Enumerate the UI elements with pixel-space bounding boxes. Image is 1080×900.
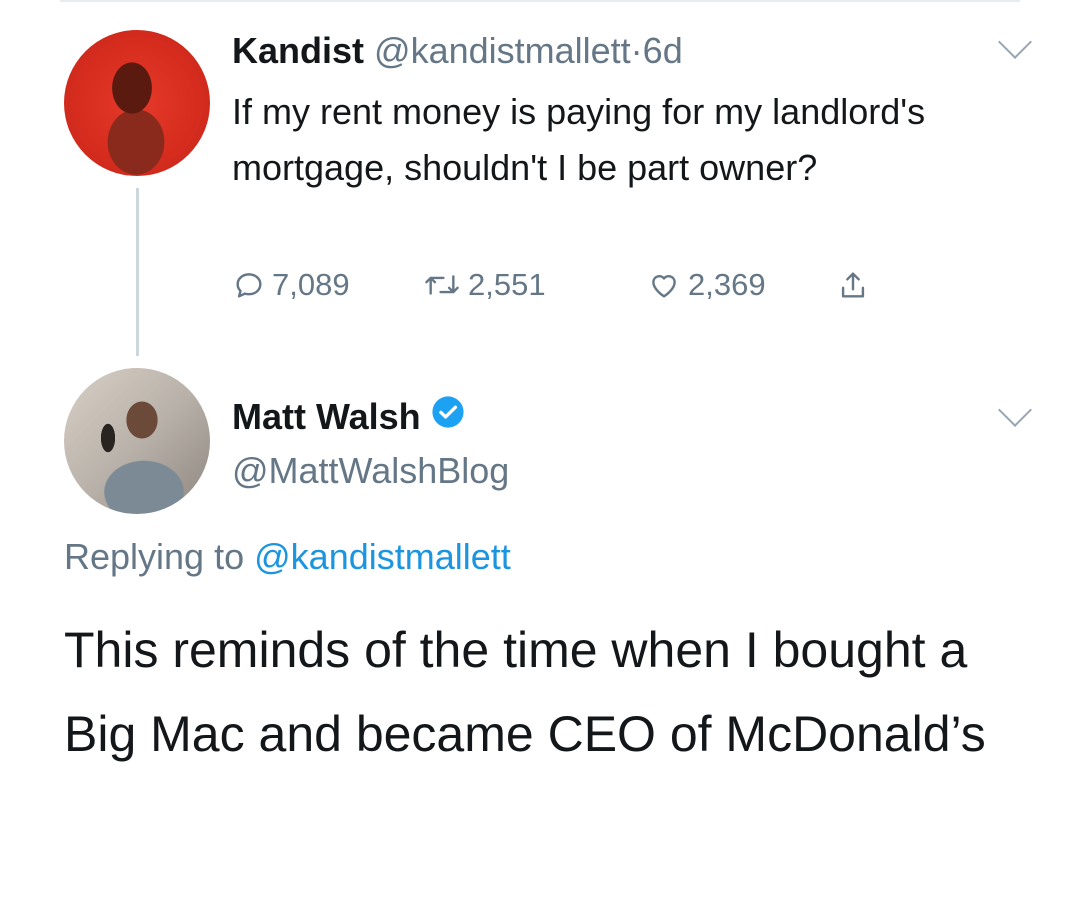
chevron-down-icon[interactable] xyxy=(998,25,1032,59)
retweet-button[interactable]: 2,551 xyxy=(422,267,646,303)
tweet2-author-name-row: Matt Walsh xyxy=(232,394,465,440)
tweet1-text: If my rent money is paying for my landlo… xyxy=(232,91,926,188)
tweet1-author-name[interactable]: Kandist xyxy=(232,30,364,71)
tweet1-header: Kandist @kandistmallett·6d xyxy=(232,28,683,74)
tweet1-separator: · xyxy=(630,30,643,71)
share-button[interactable] xyxy=(836,268,870,302)
top-divider xyxy=(60,0,1020,2)
like-count: 2,369 xyxy=(688,267,766,302)
reply-button[interactable]: 7,089 xyxy=(232,267,422,303)
share-icon xyxy=(836,268,870,302)
avatar-kandist[interactable] xyxy=(64,30,210,176)
thread-connector-line xyxy=(136,188,139,356)
tweet2-author-name[interactable]: Matt Walsh xyxy=(232,394,421,440)
tweet1-author-handle[interactable]: @kandistmallett xyxy=(374,30,631,71)
reply-icon xyxy=(232,268,266,302)
retweet-count: 2,551 xyxy=(468,267,546,302)
like-icon xyxy=(646,268,682,302)
verified-badge-icon xyxy=(431,394,465,440)
avatar-matt-walsh[interactable] xyxy=(64,368,210,514)
chevron-down-icon[interactable] xyxy=(998,393,1032,427)
replying-to-mention-link[interactable]: @kandistmallett xyxy=(254,536,511,577)
like-button[interactable]: 2,369 xyxy=(646,267,836,303)
tweet1-age[interactable]: 6d xyxy=(643,30,683,71)
replying-to-line: Replying to @kandistmallett xyxy=(64,534,511,580)
replying-prefix: Replying to xyxy=(64,536,245,577)
reply-count: 7,089 xyxy=(272,267,350,302)
tweet1-action-bar: 7,089 2,551 2,369 xyxy=(232,262,870,308)
tweet2-text: This reminds of the time when I bought a… xyxy=(64,622,986,762)
tweet2-author-handle[interactable]: @MattWalshBlog xyxy=(232,448,509,494)
retweet-icon xyxy=(422,268,462,302)
